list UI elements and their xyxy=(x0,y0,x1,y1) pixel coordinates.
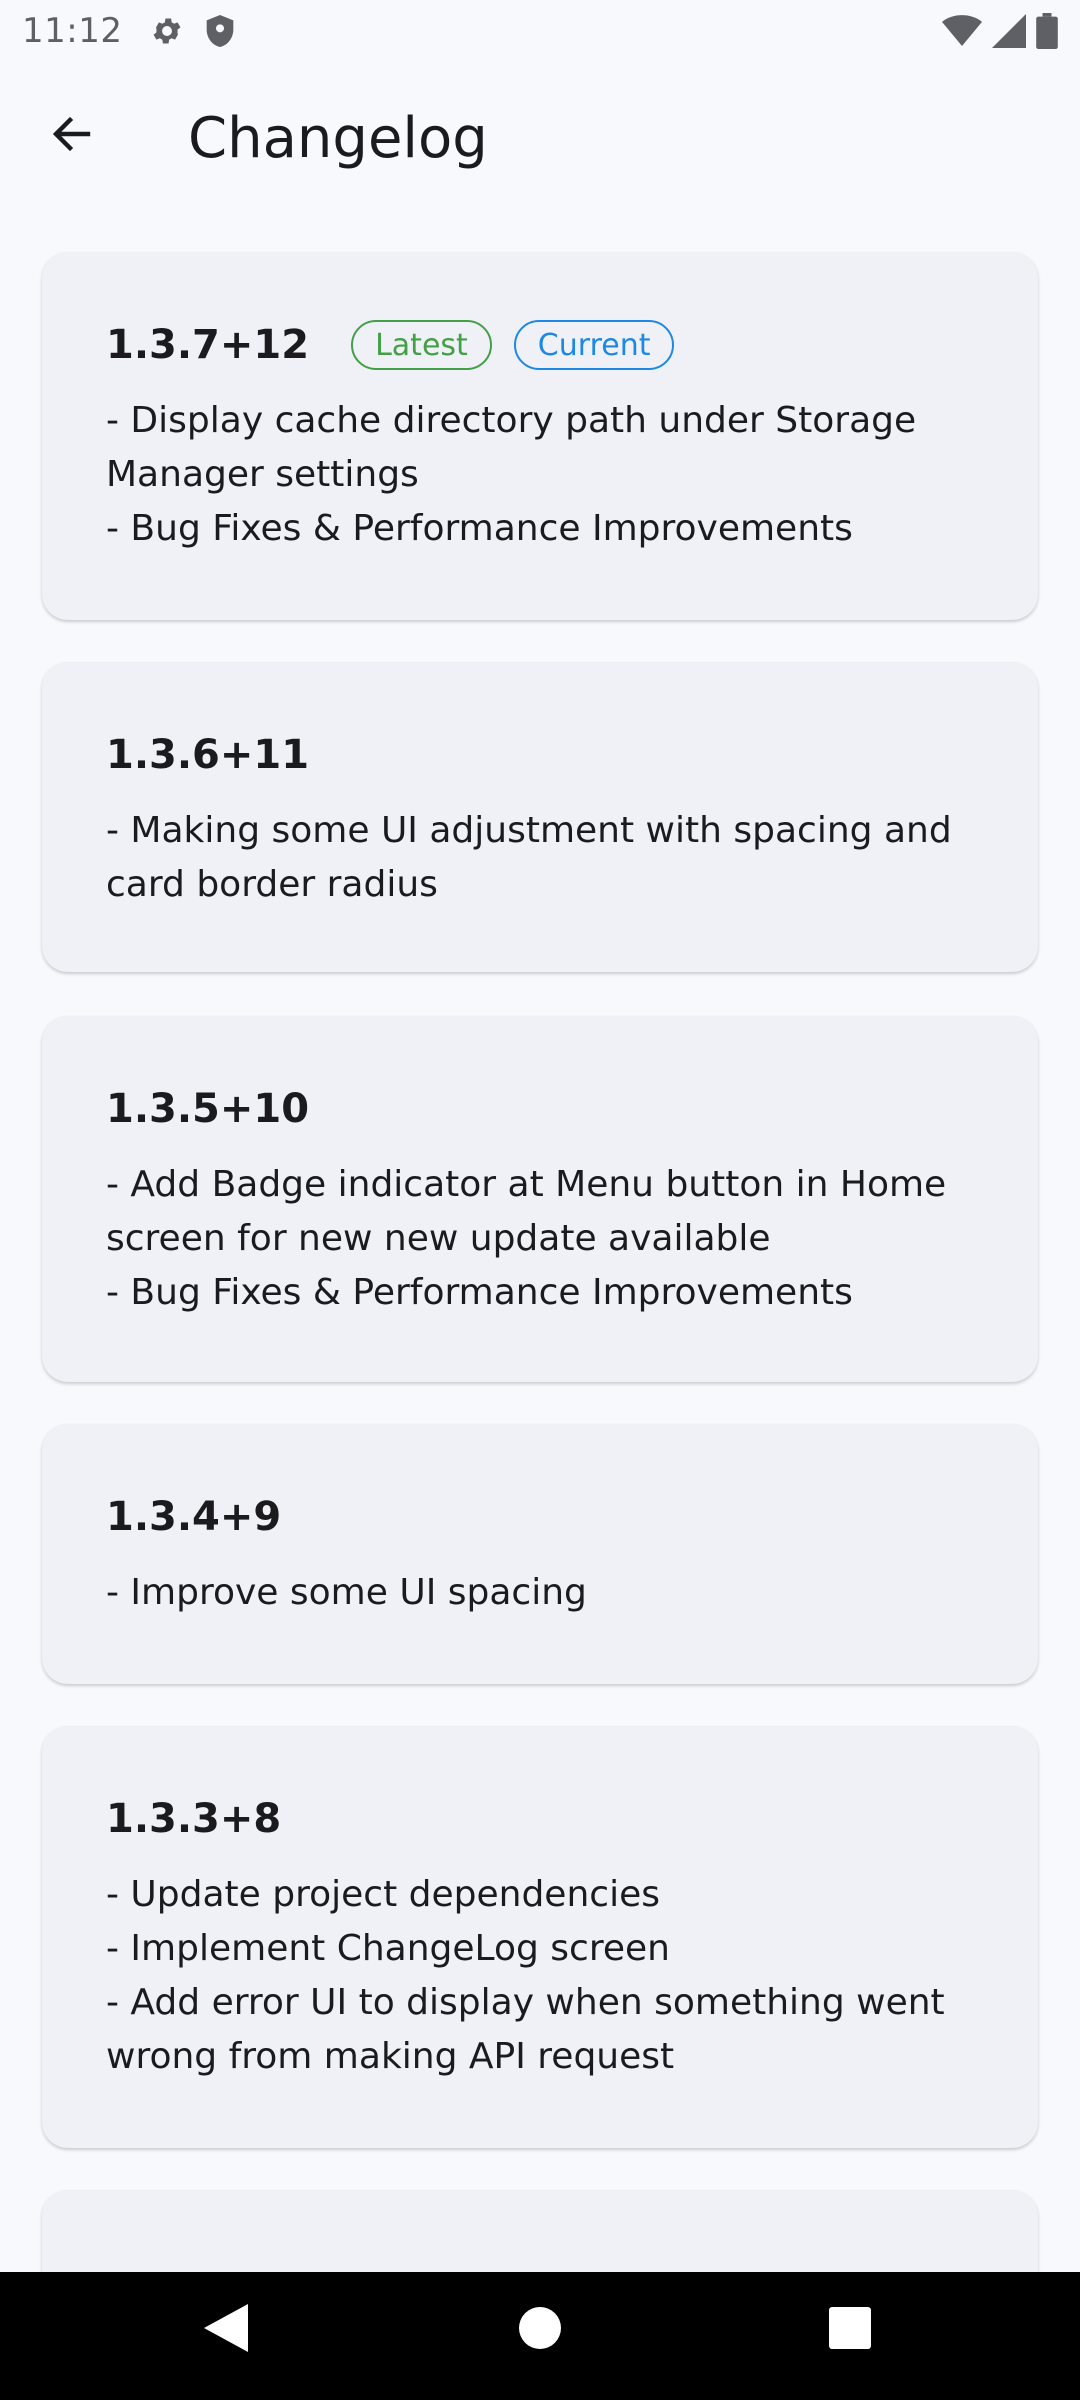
changelog-card-partial xyxy=(42,2190,1038,2272)
card-header: 1.3.5+10 xyxy=(106,1080,974,1138)
status-time: 11:12 xyxy=(22,11,123,51)
changelog-card: 1.3.7+12 Latest Current - Display cache … xyxy=(42,252,1038,620)
changelog-card: 1.3.6+11 - Making some UI adjustment wit… xyxy=(42,662,1038,972)
battery-icon xyxy=(1036,13,1058,49)
card-header: 1.3.7+12 Latest Current xyxy=(106,316,974,374)
app-bar: Changelog xyxy=(0,62,1080,212)
version-label: 1.3.7+12 xyxy=(106,322,310,368)
version-label: 1.3.5+10 xyxy=(106,1086,310,1132)
release-notes: - Making some UI adjustment with spacing… xyxy=(106,804,974,912)
version-label: 1.3.4+9 xyxy=(106,1494,282,1540)
changelog-card: 1.3.5+10 - Add Badge indicator at Menu b… xyxy=(42,1016,1038,1382)
card-header: 1.3.4+9 xyxy=(106,1488,974,1546)
back-button[interactable] xyxy=(36,100,108,172)
arrow-left-icon xyxy=(48,110,96,162)
note-line: - Display cache directory path under Sto… xyxy=(106,400,917,495)
status-icons-left xyxy=(150,13,236,49)
nav-recents-button[interactable] xyxy=(820,2300,880,2360)
release-notes: - Add Badge indicator at Menu button in … xyxy=(106,1158,974,1320)
note-line: - Update project dependencies xyxy=(106,1874,660,1915)
nav-home-button[interactable] xyxy=(510,2300,570,2360)
wifi-icon xyxy=(942,14,982,48)
card-header: 1.3.6+11 xyxy=(106,726,974,784)
current-badge: Current xyxy=(513,320,675,370)
changelog-card: 1.3.3+8 - Update project dependencies - … xyxy=(42,1726,1038,2148)
note-line: - Add Badge indicator at Menu button in … xyxy=(106,1164,947,1259)
home-circle-icon xyxy=(519,2307,561,2353)
gear-icon xyxy=(150,14,184,48)
recents-square-icon xyxy=(829,2307,871,2353)
status-icons-right xyxy=(942,13,1058,49)
version-label: 1.3.3+8 xyxy=(106,1796,282,1842)
release-notes: - Update project dependencies - Implemen… xyxy=(106,1868,974,2084)
page-title: Changelog xyxy=(188,106,488,171)
back-triangle-icon xyxy=(204,2304,248,2356)
changelog-card: 1.3.4+9 - Improve some UI spacing xyxy=(42,1424,1038,1684)
release-notes: - Improve some UI spacing xyxy=(106,1566,974,1620)
note-line: - Improve some UI spacing xyxy=(106,1572,587,1613)
note-line: - Add error UI to display when something… xyxy=(106,1982,945,2077)
version-label: 1.3.6+11 xyxy=(106,732,310,778)
nav-back-button[interactable] xyxy=(196,2300,256,2360)
status-bar: 11:12 xyxy=(0,0,1080,62)
note-line: - Making some UI adjustment with spacing… xyxy=(106,810,952,905)
note-line: - Bug Fixes & Performance Improvements xyxy=(106,508,853,549)
shield-icon xyxy=(204,13,236,49)
latest-badge: Latest xyxy=(351,320,492,370)
badges: Latest Current xyxy=(351,320,675,370)
signal-icon xyxy=(992,14,1026,48)
release-notes: - Display cache directory path under Sto… xyxy=(106,394,974,556)
note-line: - Bug Fixes & Performance Improvements xyxy=(106,1272,853,1313)
card-header: 1.3.3+8 xyxy=(106,1790,974,1848)
system-nav-bar xyxy=(0,2272,1080,2400)
note-line: - Implement ChangeLog screen xyxy=(106,1928,670,1969)
changelog-list[interactable]: 1.3.7+12 Latest Current - Display cache … xyxy=(0,212,1080,2272)
